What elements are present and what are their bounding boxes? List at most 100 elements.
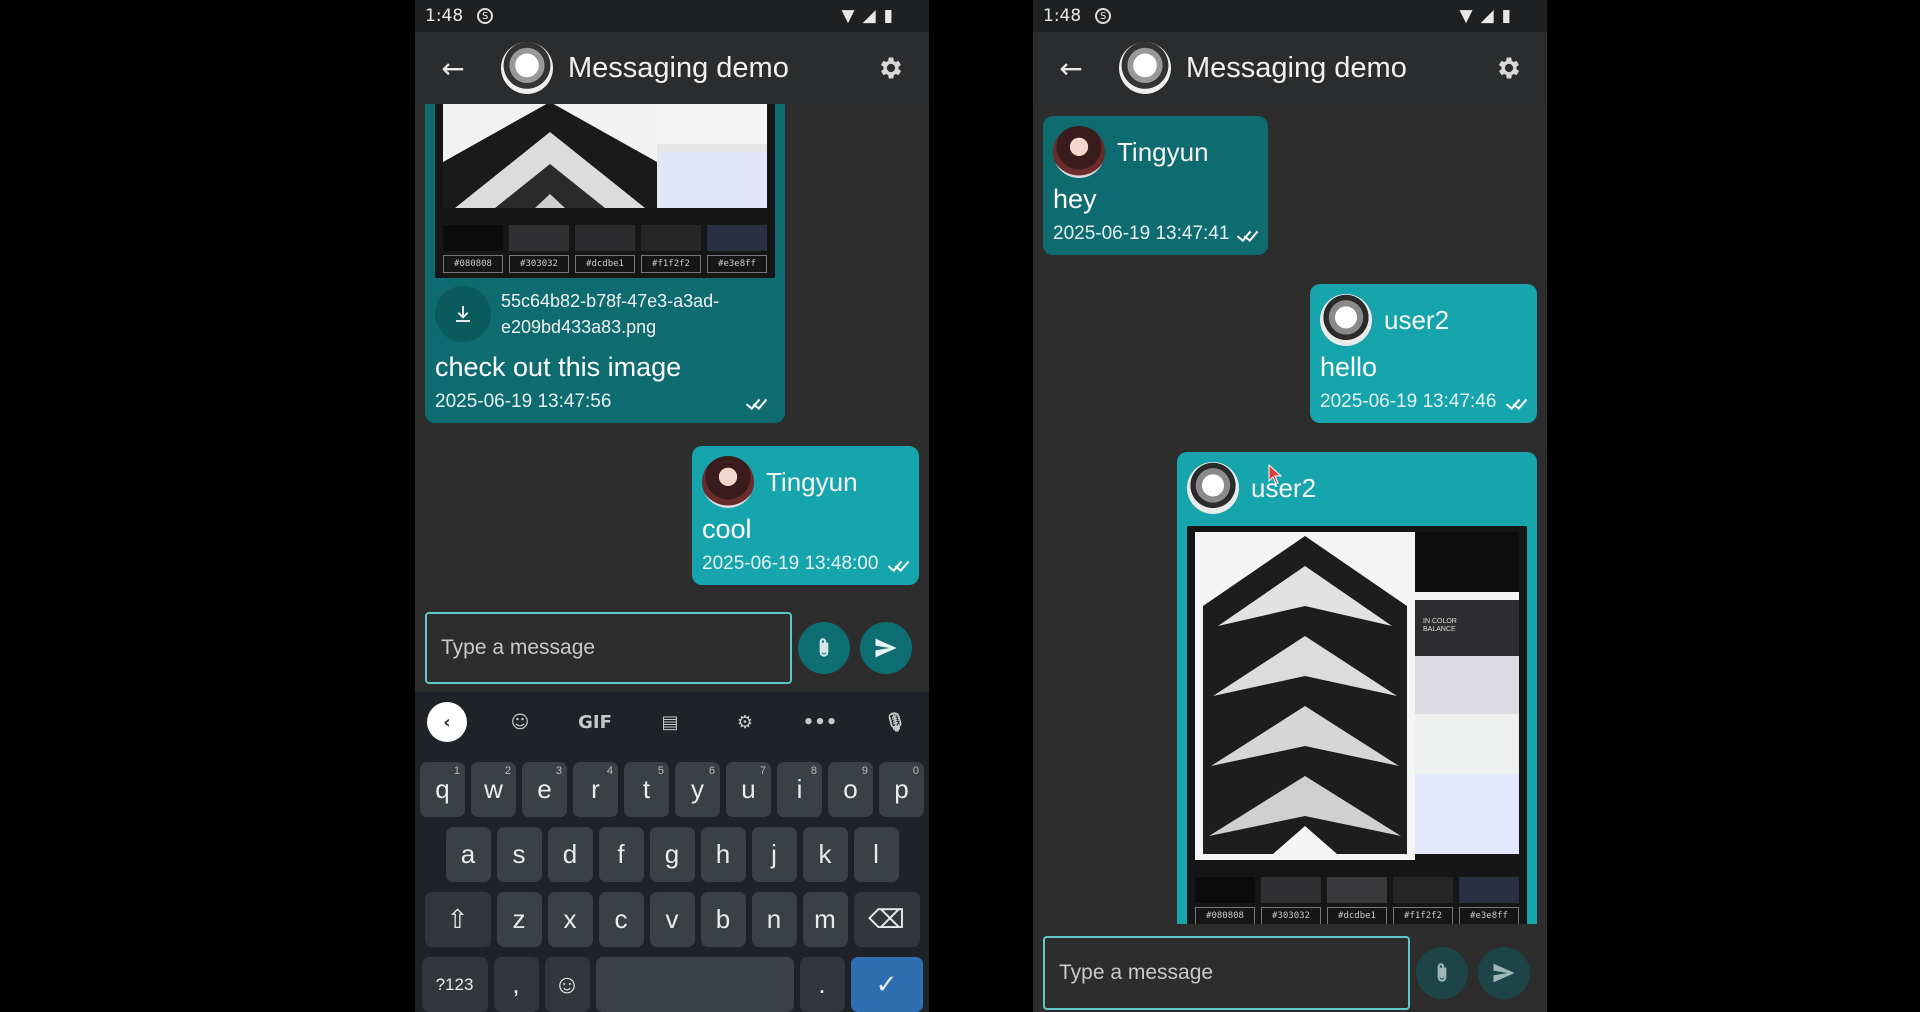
attachment-filename[interactable]: 55c64b82-b78f-47e3-a3ad-e209bd433a83.png <box>501 288 775 340</box>
key-k[interactable]: k <box>802 827 848 882</box>
back-arrow-icon[interactable]: ← <box>423 38 483 98</box>
timestamp-text: 2025-06-19 13:48:00 <box>702 553 879 574</box>
sim-icon: S <box>477 8 494 24</box>
key-z[interactable]: z <box>496 892 542 947</box>
send-button[interactable] <box>1478 947 1530 999</box>
enter-key[interactable]: ✓ <box>850 957 923 1012</box>
key-v[interactable]: v <box>649 892 695 947</box>
timestamp-text: 2025-06-19 13:47:41 <box>1053 223 1230 244</box>
key-d[interactable]: d <box>547 827 593 882</box>
battery-icon: ▮ <box>883 6 893 26</box>
key-m[interactable]: m <box>802 892 848 947</box>
wifi-icon: ▼ <box>1459 6 1473 26</box>
key-t[interactable]: t5 <box>624 762 669 817</box>
phone-left: 1:48 S ▼ ◢ ▮ ← Messaging demo #080808 #3… <box>415 0 929 1012</box>
key-hint: 3 <box>555 765 562 777</box>
key-hint: 2 <box>504 765 511 777</box>
message-list[interactable]: Tingyun hey 2025-06-19 13:47:41 user2 he… <box>1033 104 1547 924</box>
key-x[interactable]: x <box>547 892 593 947</box>
swatch-color <box>575 225 635 251</box>
key-b[interactable]: b <box>700 892 746 947</box>
space-key[interactable] <box>595 957 794 1012</box>
image-attachment[interactable]: #080808 #303032 #dcdbe1 #f1f2f2 #e3e8ff <box>435 104 775 278</box>
gear-icon <box>880 57 902 79</box>
key-y[interactable]: y6 <box>675 762 720 817</box>
back-arrow-icon[interactable]: ← <box>1041 38 1101 98</box>
image-preview <box>1187 526 1527 862</box>
image-message: #080808 #303032 #dcdbe1 #f1f2f2 #e3e8ff … <box>425 104 785 423</box>
key-w[interactable]: w2 <box>471 762 516 817</box>
key-r[interactable]: r4 <box>573 762 618 817</box>
more-icon[interactable]: ••• <box>798 700 842 744</box>
backspace-key[interactable]: ⌫ <box>853 892 920 947</box>
swatch-label: #dcdbe1 <box>1327 907 1387 924</box>
keyboard-row: ?123 , ☺ . ✓ <box>415 957 929 1012</box>
key-u[interactable]: u7 <box>726 762 771 817</box>
message-input[interactable] <box>1043 936 1410 1010</box>
download-icon <box>456 306 470 322</box>
key-e[interactable]: e3 <box>522 762 567 817</box>
incoming-message: Tingyun hey 2025-06-19 13:47:41 <box>1043 116 1268 255</box>
key-j[interactable]: j <box>751 827 797 882</box>
gif-button[interactable]: GIF <box>573 700 617 744</box>
key-g[interactable]: g <box>649 827 695 882</box>
send-button[interactable] <box>860 622 912 674</box>
period-key[interactable]: . <box>799 957 845 1012</box>
avatar <box>1119 42 1171 94</box>
avatar <box>702 456 754 508</box>
on-screen-keyboard: ‹ ☺ GIF ▤ ⚙ ••• 🎙 q1w2e3r4t5y6u7i8o9p0 a… <box>415 692 929 1012</box>
timestamp-text: 2025-06-19 13:47:46 <box>1320 391 1497 412</box>
sim-icon: S <box>1095 8 1112 24</box>
symbols-key[interactable]: ?123 <box>421 957 488 1012</box>
key-i[interactable]: i8 <box>777 762 822 817</box>
avatar <box>501 42 553 94</box>
key-o[interactable]: o9 <box>828 762 873 817</box>
keyboard-toolbar: ‹ ☺ GIF ▤ ⚙ ••• 🎙 <box>415 692 929 752</box>
gear-icon[interactable]: ⚙ <box>723 700 767 744</box>
download-button[interactable] <box>435 286 491 342</box>
key-label: y <box>691 774 704 804</box>
attach-button[interactable] <box>1416 947 1468 999</box>
key-l[interactable]: l <box>853 827 899 882</box>
sender-name: user2 <box>1384 304 1450 335</box>
wifi-icon: ▼ <box>841 6 855 26</box>
attach-button[interactable] <box>798 622 850 674</box>
message-list[interactable]: #080808 #303032 #dcdbe1 #f1f2f2 #e3e8ff … <box>415 104 929 609</box>
key-p[interactable]: p0 <box>879 762 924 817</box>
microphone-icon[interactable]: 🎙 <box>873 700 917 744</box>
image-attachment[interactable]: IN COLOR BALANCE #080808 #303032 #dcdbe1… <box>1187 526 1527 924</box>
swatch-label: #e3e8ff <box>707 255 767 273</box>
swatch: #303032 <box>1261 877 1321 924</box>
send-icon <box>1493 963 1515 983</box>
key-q[interactable]: q1 <box>420 762 465 817</box>
key-label: e <box>537 774 552 804</box>
key-n[interactable]: n <box>751 892 797 947</box>
swatch-color <box>707 225 767 251</box>
key-label: q <box>435 774 450 804</box>
key-s[interactable]: s <box>496 827 542 882</box>
sender-row: Tingyun <box>702 456 909 508</box>
swatch: #e3e8ff <box>1459 877 1519 924</box>
image-preview <box>435 104 775 214</box>
key-label: r <box>591 774 600 804</box>
message-input[interactable] <box>425 612 792 684</box>
sender-name: Tingyun <box>766 466 858 497</box>
swatch-color <box>641 225 701 251</box>
emoji-key[interactable]: ☺ <box>544 957 590 1012</box>
key-a[interactable]: a <box>445 827 491 882</box>
comma-key[interactable]: , <box>493 957 539 1012</box>
settings-button[interactable] <box>867 44 915 92</box>
swatch-color <box>1195 877 1255 903</box>
sender-name: Tingyun <box>1117 136 1209 167</box>
shift-key[interactable]: ⇧ <box>424 892 491 947</box>
key-h[interactable]: h <box>700 827 746 882</box>
swatch: #080808 <box>1195 877 1255 924</box>
sticker-icon[interactable]: ☺ <box>498 700 542 744</box>
app-bar: ← Messaging demo <box>1033 32 1547 104</box>
clipboard-icon[interactable]: ▤ <box>648 700 692 744</box>
key-f[interactable]: f <box>598 827 644 882</box>
chevron-left-icon[interactable]: ‹ <box>427 702 467 742</box>
settings-button[interactable] <box>1485 44 1533 92</box>
sender-row: Tingyun <box>1053 126 1258 178</box>
key-c[interactable]: c <box>598 892 644 947</box>
